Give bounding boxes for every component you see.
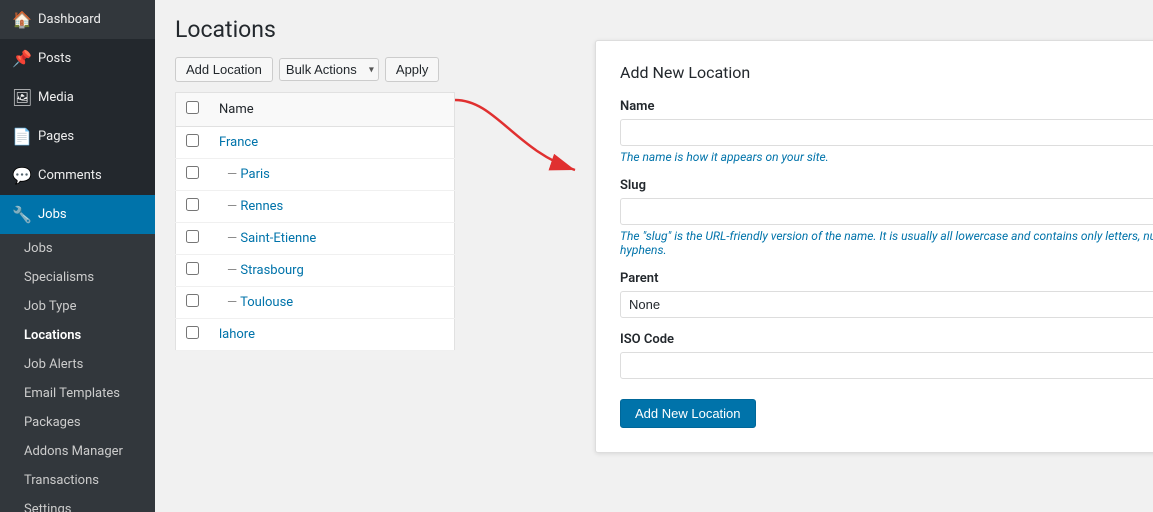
sidebar-item-packages[interactable]: Packages: [0, 408, 155, 437]
iso-code-input[interactable]: [620, 352, 1153, 379]
content-area: Locations Add Location Bulk ActionsDelet…: [155, 0, 1153, 512]
location-link-lahore[interactable]: lahore: [219, 327, 255, 342]
jobs-icon: 🔧: [12, 205, 30, 224]
sidebar-item-dashboard[interactable]: 🏠 Dashboard: [0, 0, 155, 39]
sidebar-item-label: Dashboard: [38, 12, 101, 27]
page-title: Locations: [175, 16, 1133, 43]
iso-code-label: ISO Code: [620, 332, 1153, 347]
row-checkbox[interactable]: [186, 166, 199, 179]
add-new-location-panel: Add New Location ✕ Name The name is how …: [595, 40, 1153, 453]
parent-label: Parent: [620, 271, 1153, 286]
location-link-saint-etienne[interactable]: — Saint-Etienne: [219, 231, 316, 246]
sidebar-item-locations[interactable]: Locations: [0, 321, 155, 350]
parent-select[interactable]: None France: [620, 291, 1153, 318]
dashboard-icon: 🏠: [12, 10, 30, 29]
sidebar-item-settings[interactable]: Settings: [0, 495, 155, 512]
slug-label: Slug: [620, 178, 1153, 193]
select-all-header: [176, 93, 210, 127]
sidebar-item-pages[interactable]: 📄 Pages: [0, 117, 155, 156]
row-checkbox[interactable]: [186, 230, 199, 243]
row-checkbox[interactable]: [186, 262, 199, 275]
parent-field-group: Parent None France: [620, 271, 1153, 318]
sidebar-item-jobs-sub[interactable]: Jobs: [0, 234, 155, 263]
table-row: — Toulouse: [176, 287, 455, 319]
comments-icon: 💬: [12, 166, 30, 185]
sidebar-item-media[interactable]: 🖼 Media: [0, 78, 155, 117]
sidebar: 🏠 Dashboard 📌 Posts 🖼 Media 📄 Pages 💬 Co…: [0, 0, 155, 512]
sidebar-item-job-type[interactable]: Job Type: [0, 292, 155, 321]
table-row: — Saint-Etienne: [176, 223, 455, 255]
row-checkbox[interactable]: [186, 134, 199, 147]
table-row: — Strasbourg: [176, 255, 455, 287]
main-content: Locations Add Location Bulk ActionsDelet…: [155, 0, 1153, 512]
sidebar-item-addons-manager[interactable]: Addons Manager: [0, 437, 155, 466]
add-location-button[interactable]: Add Location: [175, 57, 273, 82]
bulk-actions-wrapper: Bulk ActionsDelete: [279, 58, 379, 81]
panel-header: Add New Location ✕: [620, 61, 1153, 83]
posts-icon: 📌: [12, 49, 30, 68]
location-link-rennes[interactable]: — Rennes: [219, 199, 283, 214]
pages-icon: 📄: [12, 127, 30, 146]
sidebar-item-posts[interactable]: 📌 Posts: [0, 39, 155, 78]
sidebar-item-specialisms[interactable]: Specialisms: [0, 263, 155, 292]
arrow-indicator: [435, 90, 595, 190]
add-new-location-submit-button[interactable]: Add New Location: [620, 399, 756, 428]
sidebar-item-transactions[interactable]: Transactions: [0, 466, 155, 495]
location-link-paris[interactable]: — Paris: [219, 167, 270, 182]
sidebar-item-job-alerts[interactable]: Job Alerts: [0, 350, 155, 379]
location-link-strasbourg[interactable]: — Strasbourg: [219, 263, 304, 278]
sidebar-item-label: Jobs: [38, 207, 67, 222]
name-column-header: Name: [209, 93, 455, 127]
row-checkbox[interactable]: [186, 198, 199, 211]
apply-button[interactable]: Apply: [385, 57, 440, 82]
locations-table: Name France — Paris — Rennes —: [175, 92, 455, 351]
location-link-toulouse[interactable]: — Toulouse: [219, 295, 293, 310]
table-row: — Paris: [176, 159, 455, 191]
name-hint: The name is how it appears on your site.: [620, 150, 1153, 164]
row-checkbox[interactable]: [186, 326, 199, 339]
sidebar-item-label: Posts: [38, 51, 71, 66]
media-icon: 🖼: [12, 88, 30, 107]
table-row: — Rennes: [176, 191, 455, 223]
name-label: Name: [620, 99, 1153, 114]
slug-hint: The "slug" is the URL-friendly version o…: [620, 229, 1153, 257]
name-input[interactable]: [620, 119, 1153, 146]
sidebar-submenu-jobs: Jobs Specialisms Job Type Locations Job …: [0, 234, 155, 512]
sidebar-item-label: Media: [38, 90, 74, 105]
parent-select-wrapper: None France: [620, 291, 1153, 318]
row-checkbox[interactable]: [186, 294, 199, 307]
sidebar-item-label: Pages: [38, 129, 74, 144]
name-field-group: Name The name is how it appears on your …: [620, 99, 1153, 164]
sidebar-item-comments[interactable]: 💬 Comments: [0, 156, 155, 195]
slug-field-group: Slug The "slug" is the URL-friendly vers…: [620, 178, 1153, 257]
sidebar-item-email-templates[interactable]: Email Templates: [0, 379, 155, 408]
sidebar-item-jobs[interactable]: 🔧 Jobs: [0, 195, 155, 234]
location-link-france[interactable]: France: [219, 135, 258, 150]
bulk-actions-select[interactable]: Bulk ActionsDelete: [279, 58, 379, 81]
table-row: France: [176, 127, 455, 159]
table-row: lahore: [176, 319, 455, 351]
sidebar-item-label: Comments: [38, 168, 102, 183]
panel-title: Add New Location: [620, 63, 750, 82]
select-all-checkbox[interactable]: [186, 101, 199, 114]
iso-code-field-group: ISO Code: [620, 332, 1153, 379]
slug-input[interactable]: [620, 198, 1153, 225]
